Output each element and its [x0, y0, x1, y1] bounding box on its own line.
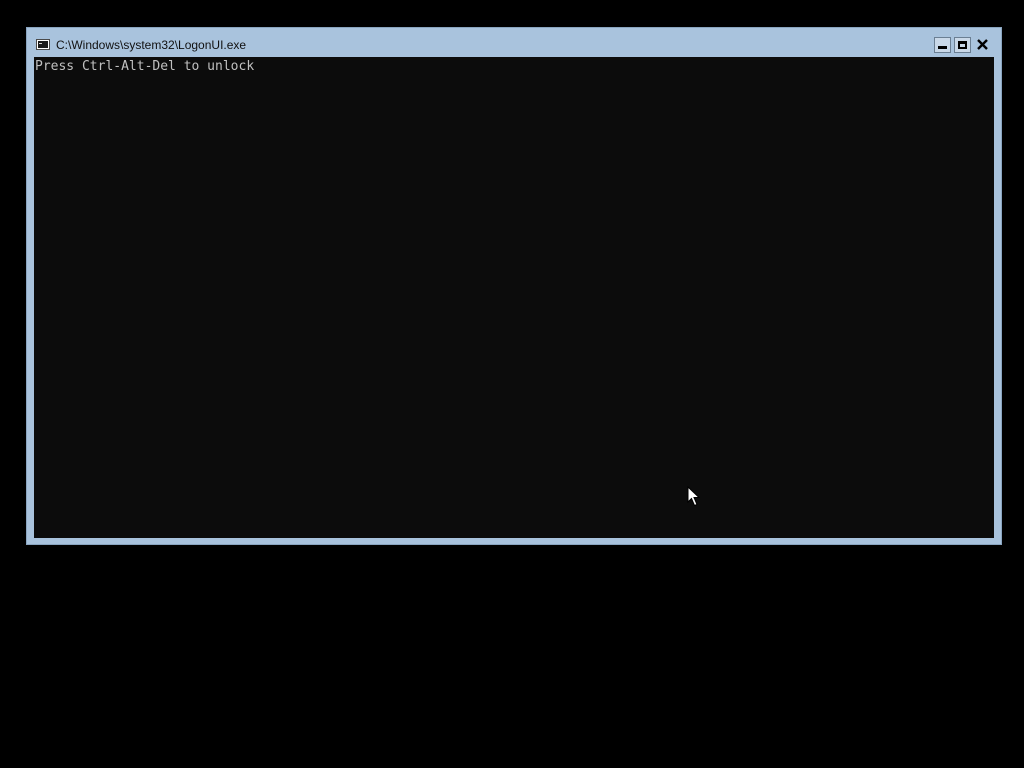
- desktop: C:\Windows\system32\LogonUI.exe Press Ct…: [0, 0, 1024, 768]
- close-button[interactable]: [974, 37, 991, 53]
- minimize-button[interactable]: [934, 37, 951, 53]
- maximize-icon: [958, 41, 967, 49]
- close-icon: [977, 39, 988, 50]
- console-window-icon[interactable]: [36, 39, 50, 50]
- minimize-icon: [938, 46, 947, 49]
- mouse-pointer-icon: [687, 486, 701, 507]
- title-bar[interactable]: C:\Windows\system32\LogonUI.exe: [27, 28, 1001, 57]
- window-title: C:\Windows\system32\LogonUI.exe: [56, 38, 247, 52]
- logonui-console-window[interactable]: C:\Windows\system32\LogonUI.exe Press Ct…: [26, 27, 1002, 545]
- maximize-button[interactable]: [954, 37, 971, 53]
- console-output-area[interactable]: Press Ctrl-Alt-Del to unlock: [34, 57, 994, 538]
- console-line: Press Ctrl-Alt-Del to unlock: [35, 59, 255, 74]
